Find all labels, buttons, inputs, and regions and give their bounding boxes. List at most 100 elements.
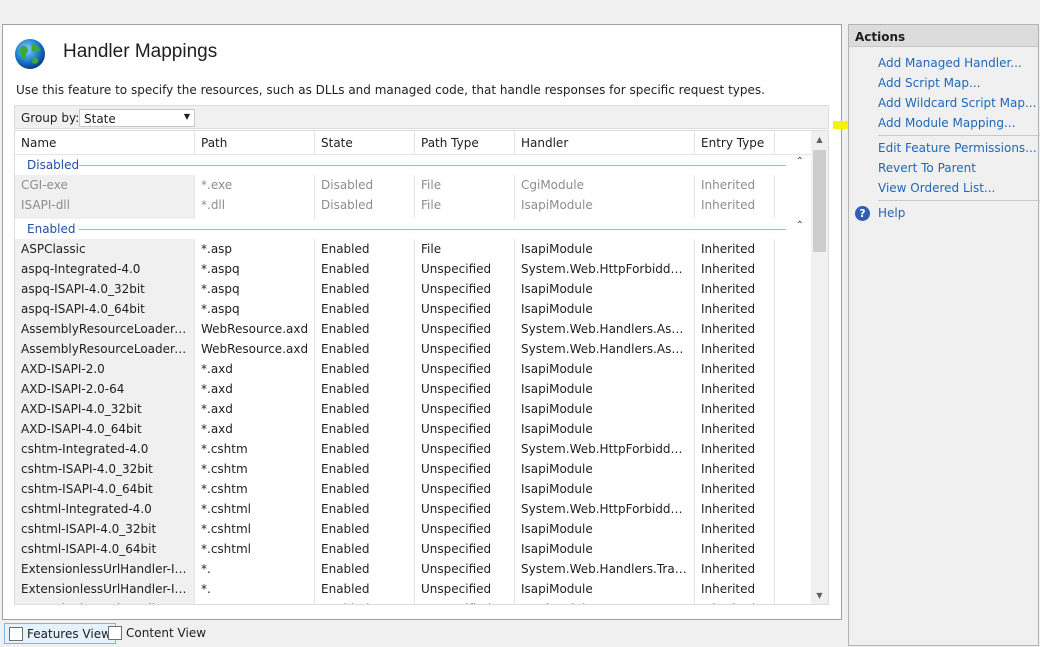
column-header-path[interactable]: Path [195, 131, 315, 155]
table-row[interactable]: AXD-ISAPI-2.0-64 *.axd Enabled Unspecified I… [15, 379, 812, 399]
table-row[interactable]: cshtml-ISAPI-4.0_32bit *.cshtml Enabled Uns… [15, 519, 812, 539]
group-by-label: Group by: [21, 111, 80, 125]
cell-name: aspq-ISAPI-4.0_64bit [21, 302, 145, 316]
cell-path-type: Unspecified [421, 322, 492, 336]
table-row[interactable]: AXD-ISAPI-4.0_64bit *.axd Enabled Unspecifi… [15, 419, 812, 439]
cell-entry-type: Inherited [701, 382, 756, 396]
cell-path: *.asp [201, 242, 233, 256]
table-row[interactable]: ISAPI-dll *.dll Disabled File IsapiModule Inh… [15, 195, 812, 215]
chevron-up-icon[interactable]: ⌃ [796, 156, 804, 167]
cell-path-type: Unspecified [421, 502, 492, 516]
content-view-tab[interactable]: Content View [104, 623, 210, 644]
group-header-disabled[interactable]: Disabled ⌃ [15, 155, 812, 175]
cell-state: Enabled [321, 562, 370, 576]
cell-entry-type: Inherited [701, 342, 756, 356]
cell-name: ISAPI-dll [21, 198, 70, 212]
add-module-mapping-link[interactable]: Add Module Mapping... [878, 116, 1015, 130]
features-view-tab[interactable]: Features View [4, 623, 116, 644]
cell-state: Enabled [321, 322, 370, 336]
table-row[interactable]: ExtensionlessUrlHandler-Integ... *. Enable… [15, 559, 812, 579]
table-row[interactable]: AssemblyResourceLoader-Inte... WebResourc… [15, 339, 812, 359]
add-script-map-link[interactable]: Add Script Map... [878, 76, 980, 90]
column-header-entry-type[interactable]: Entry Type [695, 131, 775, 155]
table-row[interactable]: cshtm-ISAPI-4.0_64bit *.cshtm Enabled Unspe… [15, 479, 812, 499]
cell-handler: IsapiModule [521, 542, 593, 556]
cell-handler: System.Web.HttpForbiddenH... [521, 442, 695, 456]
actions-divider [878, 200, 1040, 201]
actions-title: Actions [855, 30, 906, 44]
cell-path-type: Unspecified [421, 342, 492, 356]
table-row[interactable]: cshtm-Integrated-4.0 *.cshtm Enabled Unspec… [15, 439, 812, 459]
table-row[interactable]: aspq-ISAPI-4.0_32bit *.aspq Enabled Unspeci… [15, 279, 812, 299]
cell-path: *.cshtm [201, 462, 248, 476]
help-link[interactable]: Help [878, 206, 905, 220]
cell-path: *.cshtm [201, 442, 248, 456]
cell-state: Enabled [321, 522, 370, 536]
table-row[interactable]: ExtensionlessUrlHandler-ISAPI...*.Enable… [15, 599, 812, 604]
cell-path-type: Unspecified [415, 599, 515, 604]
cell-entry-type: Inherited [695, 599, 775, 604]
table-row[interactable]: cshtml-ISAPI-4.0_64bit *.cshtml Enabled Uns… [15, 539, 812, 559]
cell-path: *.cshtml [201, 542, 251, 556]
table-row[interactable]: ASPClassic *.asp Enabled File IsapiModule Inh… [15, 239, 812, 259]
edit-feature-permissions-link[interactable]: Edit Feature Permissions... [878, 141, 1037, 155]
feature-panel: Handler Mappings Use this feature to spe… [2, 24, 842, 620]
vertical-scrollbar[interactable]: ▲ ▼ [811, 131, 828, 604]
cell-state: Enabled [321, 542, 370, 556]
column-header-state[interactable]: State [315, 131, 415, 155]
group-header-enabled[interactable]: Enabled ⌃ [15, 219, 812, 239]
add-wildcard-script-map-link[interactable]: Add Wildcard Script Map... [878, 96, 1036, 110]
cell-entry-type: Inherited [701, 198, 756, 212]
cell-path: *. [201, 562, 211, 576]
group-label: Enabled [27, 222, 76, 236]
cell-name: AXD-ISAPI-2.0 [21, 362, 105, 376]
grid-rows: Disabled ⌃ CGI-exe *.exe Disabled File CgiModu… [15, 155, 812, 604]
help-icon: ? [855, 206, 870, 221]
cell-entry-type: Inherited [701, 282, 756, 296]
column-header-handler[interactable]: Handler [515, 131, 695, 155]
cell-entry-type: Inherited [701, 462, 756, 476]
cell-handler: System.Web.Handlers.Assem... [521, 342, 695, 356]
cell-path-type: Unspecified [421, 522, 492, 536]
cell-name: cshtml-ISAPI-4.0_32bit [21, 522, 157, 536]
table-row[interactable]: cshtm-ISAPI-4.0_32bit *.cshtm Enabled Unspe… [15, 459, 812, 479]
cell-path-type: File [421, 198, 442, 212]
actions-divider [878, 135, 1040, 136]
group-label: Disabled [27, 158, 80, 172]
cell-path: *.dll [201, 198, 226, 212]
table-row[interactable]: ExtensionlessUrlHandler-ISAPI...*.Enable… [15, 579, 812, 599]
view-ordered-list-link[interactable]: View Ordered List... [878, 181, 995, 195]
chevron-up-icon[interactable]: ⌃ [796, 220, 804, 231]
table-row[interactable]: CGI-exe *.exe Disabled File CgiModule Inherit… [15, 175, 812, 195]
scrollbar-thumb[interactable] [813, 150, 826, 252]
group-by-dropdown[interactable]: State ▼ [79, 109, 195, 127]
table-row[interactable]: AXD-ISAPI-2.0 *.axd Enabled Unspecified Isap… [15, 359, 812, 379]
cell-path-type: Unspecified [421, 442, 492, 456]
cell-name: aspq-Integrated-4.0 [21, 262, 141, 276]
cell-handler: IsapiModule [521, 422, 593, 436]
cell-state: Enabled [321, 302, 370, 316]
cell-entry-type: Inherited [701, 562, 756, 576]
scroll-up-icon[interactable]: ▲ [811, 131, 828, 148]
table-row[interactable]: aspq-Integrated-4.0 *.aspq Enabled Unspecif… [15, 259, 812, 279]
revert-to-parent-link[interactable]: Revert To Parent [878, 161, 976, 175]
table-row[interactable]: cshtml-Integrated-4.0 *.cshtml Enabled Unsp… [15, 499, 812, 519]
scroll-down-icon[interactable]: ▼ [811, 587, 828, 604]
page-description: Use this feature to specify the resource… [16, 83, 765, 97]
cell-entry-type: Inherited [701, 582, 756, 596]
table-row[interactable]: aspq-ISAPI-4.0_64bit *.aspq Enabled Unspeci… [15, 299, 812, 319]
cell-entry-type: Inherited [701, 442, 756, 456]
cell-entry-type: Inherited [701, 522, 756, 536]
column-header-path-type[interactable]: Path Type [415, 131, 515, 155]
cell-name: AXD-ISAPI-4.0_64bit [21, 422, 142, 436]
cell-path: *.cshtm [201, 482, 248, 496]
cell-name: aspq-ISAPI-4.0_32bit [21, 282, 145, 296]
group-divider [79, 165, 786, 166]
table-row[interactable]: AssemblyResourceLoader-Inte... WebResourc… [15, 319, 812, 339]
cell-path: *.cshtml [201, 522, 251, 536]
cell-state: Enabled [321, 242, 370, 256]
cell-state: Enabled [321, 422, 370, 436]
cell-entry-type: Inherited [701, 482, 756, 496]
table-row[interactable]: AXD-ISAPI-4.0_32bit *.axd Enabled Unspecifi… [15, 399, 812, 419]
add-managed-handler-link[interactable]: Add Managed Handler... [878, 56, 1022, 70]
